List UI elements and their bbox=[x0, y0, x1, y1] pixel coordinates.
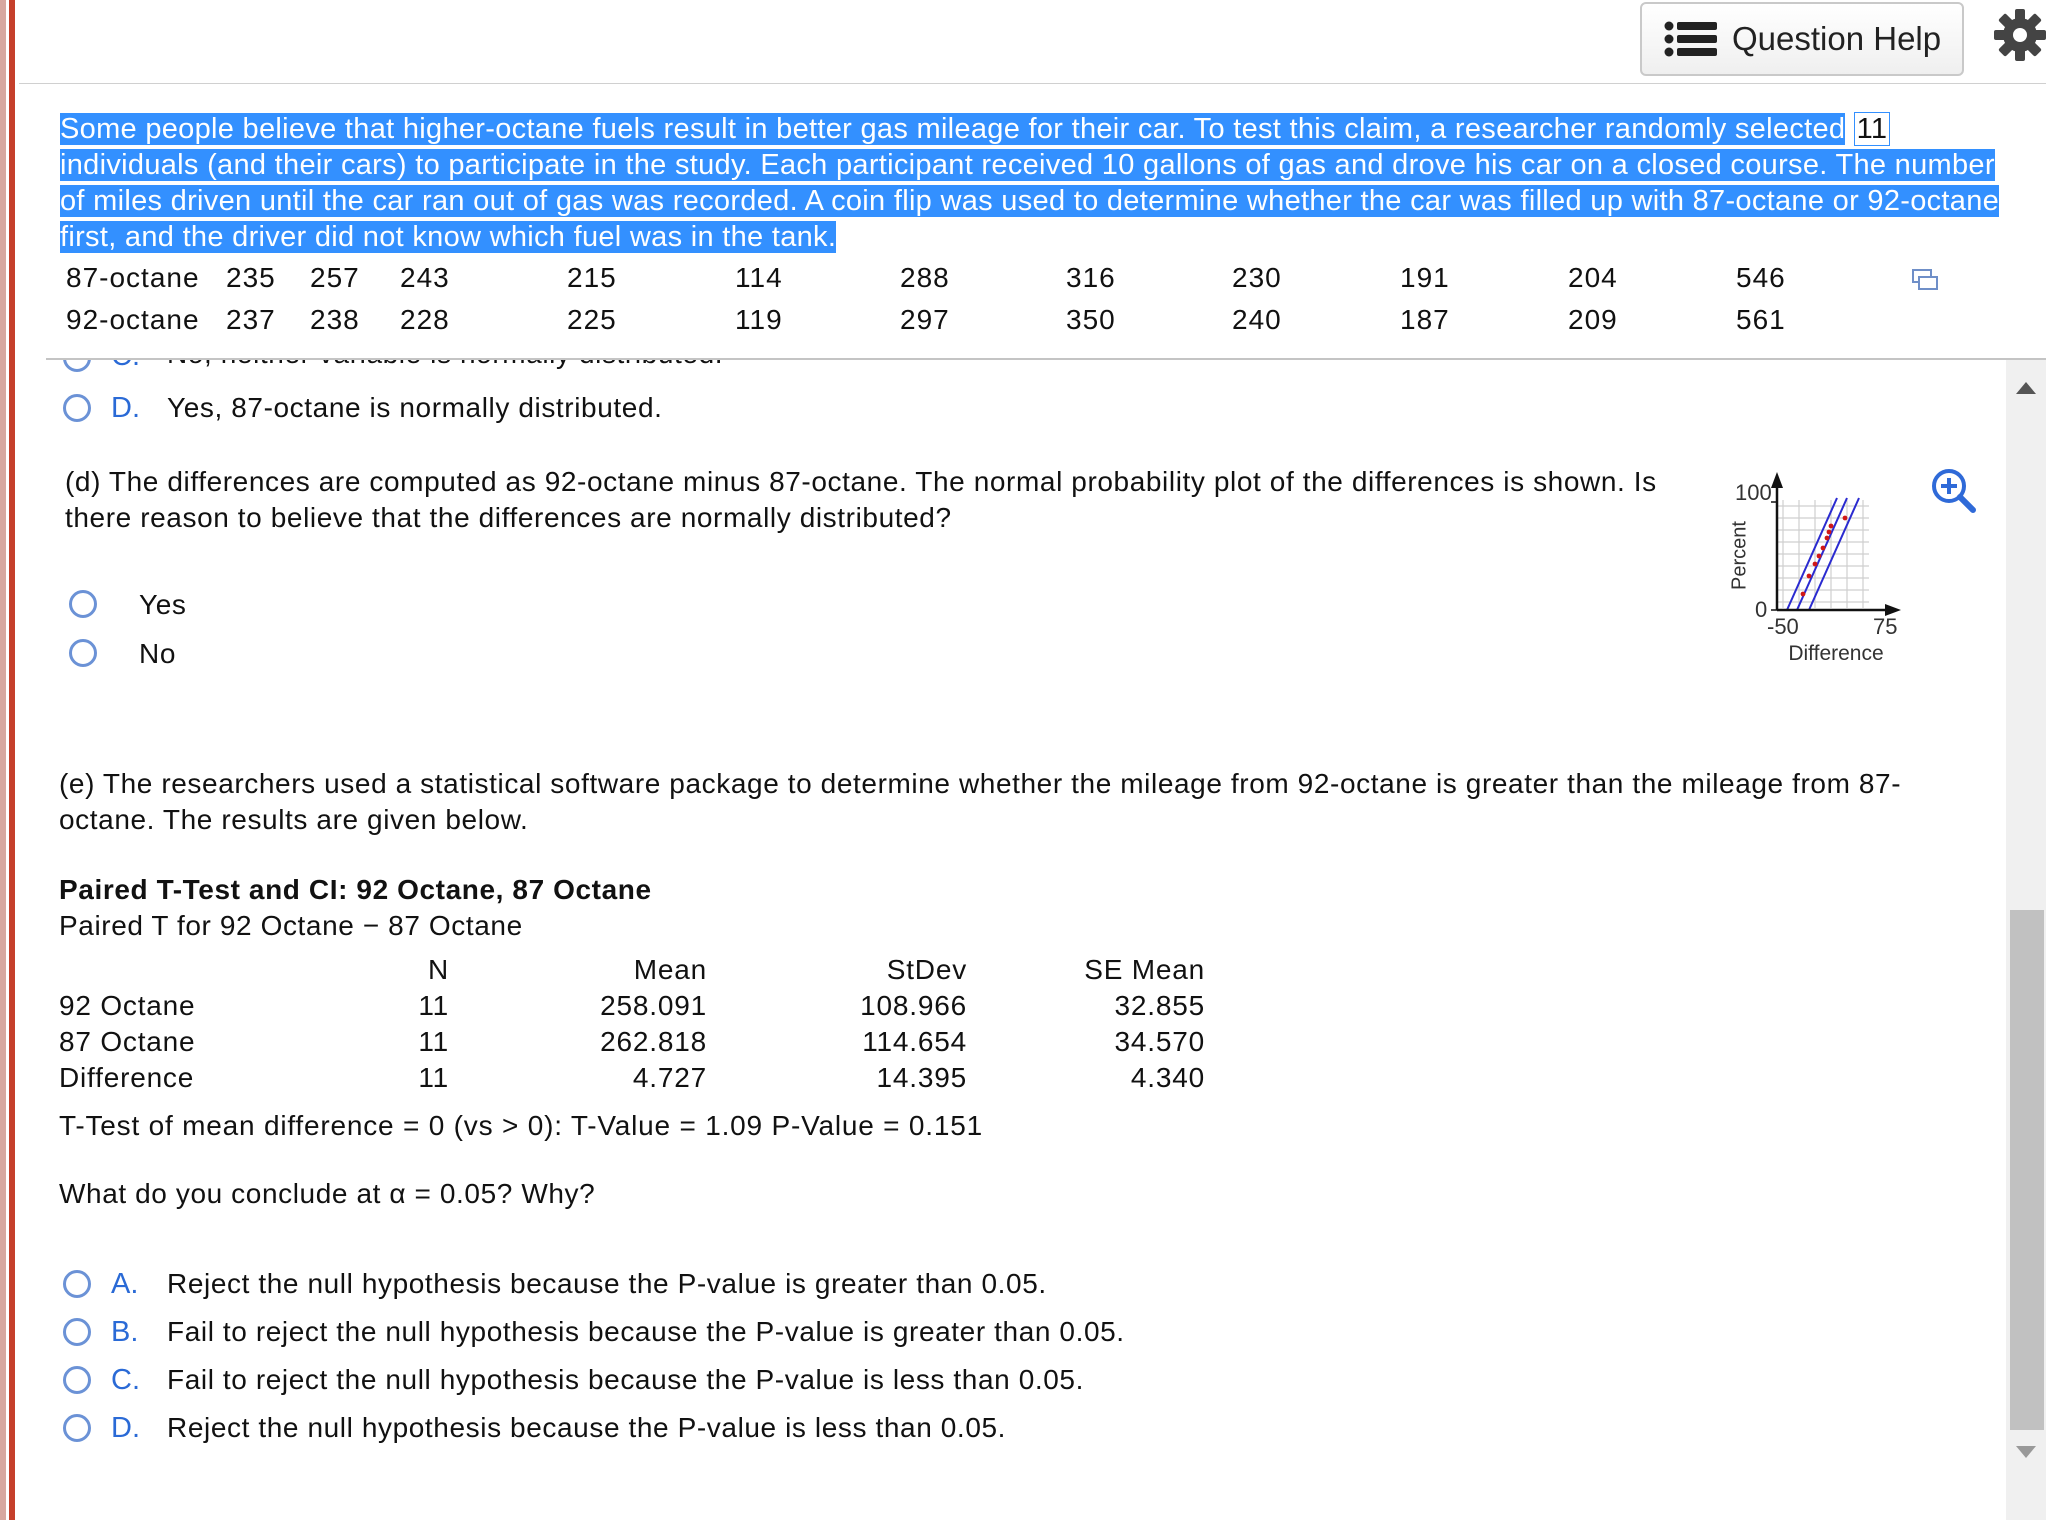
question-stem: Some people believe that higher-octane f… bbox=[60, 111, 2020, 255]
choice-text: Yes, 87-octane is normally distributed. bbox=[167, 392, 663, 423]
t-test-line: T-Test of mean difference = 0 (vs > 0): … bbox=[59, 1110, 983, 1141]
xtick-left: -50 bbox=[1767, 614, 1799, 639]
part-e-question: What do you conclude at α = 0.05? Why? bbox=[59, 1178, 596, 1209]
stem-text: Some people believe that higher-octane f… bbox=[60, 113, 1846, 145]
choice-letter: A. bbox=[111, 1268, 139, 1300]
stat-cell: 11 bbox=[418, 1026, 449, 1057]
radio-part-c-option-c[interactable] bbox=[63, 360, 91, 372]
radio-part-e-option-d[interactable] bbox=[63, 1414, 91, 1442]
part-d-question: (d) The differences are computed as 92-o… bbox=[65, 466, 1657, 533]
row-label: 92-octane bbox=[66, 304, 200, 335]
table-cell: 204 bbox=[1568, 262, 1618, 293]
table-cell: 228 bbox=[400, 304, 450, 335]
choice-letter: C. bbox=[111, 1364, 140, 1396]
xlabel: Difference bbox=[1788, 642, 1884, 665]
table-cell: 230 bbox=[1232, 262, 1282, 293]
table-cell: 240 bbox=[1232, 304, 1282, 335]
stat-cell: 258.091 bbox=[600, 990, 707, 1021]
col-header: Mean bbox=[633, 954, 707, 985]
choice-letter: D. bbox=[111, 392, 140, 424]
stat-row-label: Difference bbox=[59, 1062, 195, 1093]
ytick-bottom: 0 bbox=[1755, 597, 1768, 622]
col-header: N bbox=[427, 954, 449, 985]
table-cell: 237 bbox=[226, 304, 276, 335]
choice-text: No, neither variable is normally distrib… bbox=[167, 360, 723, 372]
table-cell: 350 bbox=[1066, 304, 1116, 335]
table-cell: 114 bbox=[735, 262, 783, 293]
scroll-up-arrow-icon[interactable] bbox=[2014, 380, 2038, 396]
choice-text: Fail to reject the null hypothesis becau… bbox=[167, 1364, 1084, 1395]
part-e-intro: (e) The researchers used a statistical s… bbox=[59, 768, 1902, 835]
choice-letter: D. bbox=[111, 1412, 140, 1444]
xtick-right: 75 bbox=[1873, 614, 1898, 639]
output-title: Paired T-Test and CI: 92 Octane, 87 Octa… bbox=[59, 874, 652, 905]
stat-cell: 4.340 bbox=[1130, 1062, 1205, 1093]
table-cell: 546 bbox=[1736, 262, 1786, 293]
question-scroll-area[interactable]: C. No, neither variable is normally dist… bbox=[19, 360, 2006, 1520]
radio-part-c-option-d[interactable] bbox=[63, 394, 91, 422]
stat-cell: 262.818 bbox=[600, 1026, 707, 1057]
question-help-button[interactable]: Question Help bbox=[1640, 2, 1964, 76]
scrollbar-thumb[interactable] bbox=[2010, 910, 2044, 1430]
choice-text: Reject the null hypothesis because the P… bbox=[167, 1412, 1007, 1443]
stat-cell: 14.395 bbox=[876, 1062, 967, 1093]
left-border-light bbox=[0, 0, 6, 1520]
table-cell: 187 bbox=[1400, 304, 1450, 335]
ylabel: Percent bbox=[1728, 521, 1751, 590]
table-row-92: 92-octane bbox=[66, 304, 200, 336]
table-cell: 235 bbox=[226, 262, 276, 293]
ytick-top: 100 bbox=[1735, 480, 1772, 505]
left-border-accent bbox=[9, 0, 15, 1520]
header-divider bbox=[19, 83, 2046, 84]
table-cell: 257 bbox=[310, 262, 360, 293]
stat-cell: 11 bbox=[418, 990, 449, 1021]
table-cell: 561 bbox=[1736, 304, 1786, 335]
table-cell: 297 bbox=[900, 304, 950, 335]
row-label: 87-octane bbox=[66, 262, 200, 293]
table-cell: 191 bbox=[1400, 262, 1450, 293]
table-cell: 215 bbox=[567, 262, 617, 293]
popout-icon[interactable] bbox=[1912, 268, 1940, 292]
radio-no[interactable] bbox=[69, 639, 97, 667]
table-cell: 238 bbox=[310, 304, 360, 335]
option-yes-label: Yes bbox=[139, 589, 187, 620]
stem-text-continued: individuals (and their cars) to particip… bbox=[60, 149, 2000, 253]
stat-cell: 34.570 bbox=[1114, 1026, 1205, 1057]
stat-cell: 32.855 bbox=[1114, 990, 1205, 1021]
stat-cell: 4.727 bbox=[632, 1062, 707, 1093]
table-cell: 288 bbox=[900, 262, 950, 293]
col-header: SE Mean bbox=[1084, 954, 1205, 985]
radio-yes[interactable] bbox=[69, 590, 97, 618]
option-no-label: No bbox=[139, 638, 176, 669]
col-header: StDev bbox=[886, 954, 967, 985]
radio-part-e-option-b[interactable] bbox=[63, 1318, 91, 1346]
table-cell: 316 bbox=[1066, 262, 1116, 293]
choice-text: Reject the null hypothesis because the P… bbox=[167, 1268, 1047, 1299]
choice-letter: C. bbox=[111, 360, 140, 373]
zoom-in-icon[interactable] bbox=[1929, 466, 1979, 516]
output-subtitle: Paired T for 92 Octane − 87 Octane bbox=[59, 910, 523, 941]
list-icon bbox=[1664, 21, 1717, 57]
radio-part-e-option-a[interactable] bbox=[63, 1270, 91, 1298]
table-cell: 209 bbox=[1568, 304, 1618, 335]
stat-cell: 108.966 bbox=[860, 990, 967, 1021]
stat-cell: 114.654 bbox=[862, 1026, 967, 1057]
table-cell: 225 bbox=[567, 304, 617, 335]
radio-part-e-option-c[interactable] bbox=[63, 1366, 91, 1394]
stat-row-label: 87 Octane bbox=[59, 1026, 196, 1057]
scroll-down-arrow-icon[interactable] bbox=[2014, 1444, 2038, 1460]
stat-row-label: 92 Octane bbox=[59, 990, 196, 1021]
table-cell: 119 bbox=[735, 304, 783, 335]
gear-icon[interactable] bbox=[1993, 8, 2046, 62]
choice-text: Fail to reject the null hypothesis becau… bbox=[167, 1316, 1125, 1347]
choice-letter: B. bbox=[111, 1316, 139, 1348]
table-cell: 243 bbox=[400, 262, 450, 293]
table-row-87: 87-octane bbox=[66, 262, 200, 294]
stat-cell: 11 bbox=[418, 1062, 449, 1093]
question-help-label: Question Help bbox=[1732, 20, 1942, 57]
stem-count: 11 bbox=[1853, 112, 1891, 146]
